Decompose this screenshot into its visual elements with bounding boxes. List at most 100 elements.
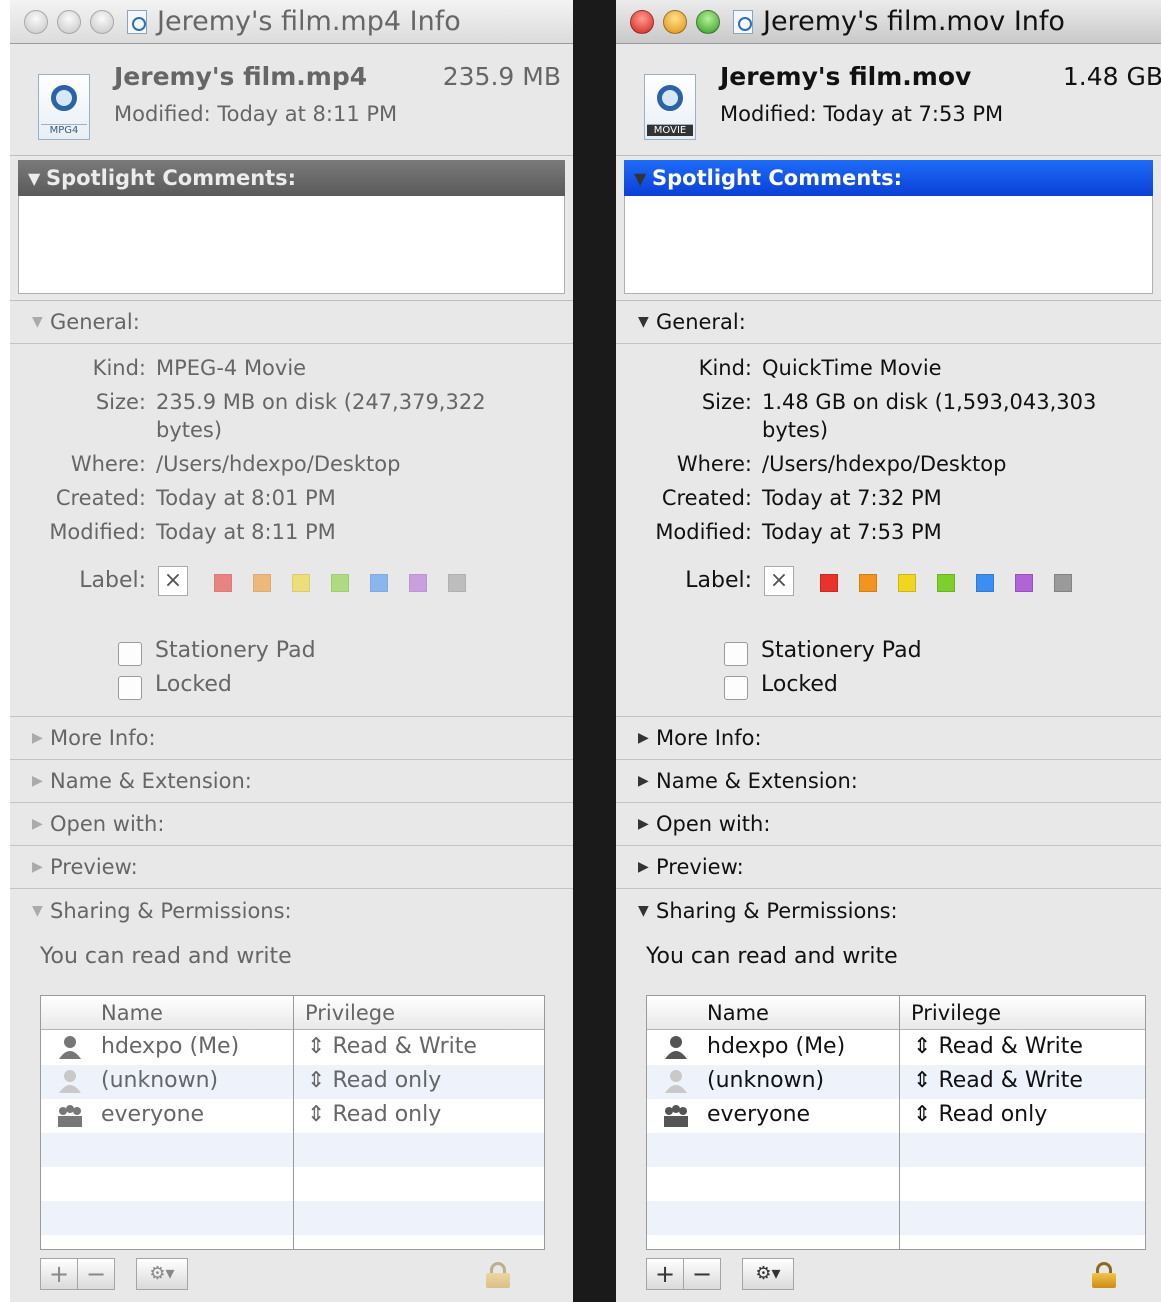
- remove-user-button[interactable]: −: [683, 1258, 721, 1290]
- label-purple-swatch[interactable]: [1015, 574, 1033, 592]
- permissions-table: Name Privilege hdexpo (Me) ⇕ Read & Writ…: [646, 995, 1146, 1250]
- disclosure-open-icon: ▼: [28, 168, 41, 188]
- general-disclosure[interactable]: ▼ General:: [616, 301, 1161, 344]
- created-value: Today at 7:32 PM: [762, 486, 942, 510]
- label-label: Label:: [79, 568, 146, 593]
- lock-icon[interactable]: [486, 1262, 510, 1288]
- more-info-disclosure[interactable]: ▶ More Info:: [616, 717, 1161, 760]
- label-purple-swatch[interactable]: [409, 574, 427, 592]
- open-with-disclosure[interactable]: ▶ Open with:: [616, 803, 1161, 846]
- privilege-popup[interactable]: ⇕ Read only: [913, 1102, 1047, 1127]
- general-disclosure[interactable]: ▼ General:: [10, 301, 573, 344]
- privilege-value: Read only: [332, 1068, 442, 1093]
- general-section: Kind: MPEG-4 Movie Size: 235.9 MB on dis…: [10, 344, 573, 717]
- label-green-swatch[interactable]: [937, 574, 955, 592]
- name-column-header[interactable]: Name: [707, 1001, 769, 1025]
- action-menu-button[interactable]: ⚙▾: [742, 1258, 794, 1290]
- locked-checkbox[interactable]: [118, 676, 142, 700]
- more-info-disclosure[interactable]: ▶ More Info:: [10, 717, 573, 760]
- modified-label: Modified:: [49, 520, 146, 544]
- info-window-mp4: Jeremy's film.mp4 Info MPG4 Jeremy's fil…: [10, 0, 573, 1302]
- spotlight-comments-field[interactable]: [624, 196, 1153, 294]
- privilege-popup[interactable]: ⇕ Read & Write: [913, 1034, 1083, 1059]
- label-orange-swatch[interactable]: [859, 574, 877, 592]
- modified-value: Today at 7:53 PM: [762, 520, 942, 544]
- file-icon: MPG4: [38, 74, 90, 140]
- section-label: General:: [656, 310, 746, 334]
- kind-value: MPEG-4 Movie: [156, 356, 307, 380]
- label-yellow-swatch[interactable]: [898, 574, 916, 592]
- open-with-disclosure[interactable]: ▶ Open with:: [10, 803, 573, 846]
- add-user-button[interactable]: +: [40, 1258, 78, 1290]
- add-user-button[interactable]: +: [646, 1258, 684, 1290]
- disclosure-open-icon: ▼: [634, 168, 647, 188]
- locked-checkbox[interactable]: [724, 676, 748, 700]
- file-header: MOVIE Jeremy's film.mov 1.48 GB Modified…: [616, 44, 1161, 156]
- remove-user-button[interactable]: −: [77, 1258, 115, 1290]
- minimize-button[interactable]: [57, 9, 81, 34]
- label-blue-swatch[interactable]: [370, 574, 388, 592]
- name-column-header[interactable]: Name: [101, 1001, 163, 1025]
- spotlight-disclosure[interactable]: ▼ Spotlight Comments:: [624, 160, 1153, 196]
- minimize-button[interactable]: [663, 9, 687, 34]
- title-bar[interactable]: Jeremy's film.mp4 Info: [10, 0, 573, 44]
- kind-label: Kind:: [92, 356, 146, 380]
- permissions-table: Name Privilege hdexpo (Me) ⇕ Read & Writ…: [40, 995, 545, 1250]
- spotlight-disclosure[interactable]: ▼ Spotlight Comments:: [18, 160, 565, 196]
- label-red-swatch[interactable]: [820, 574, 838, 592]
- table-row[interactable]: everyone ⇕ Read only: [647, 1099, 1145, 1133]
- label-blue-swatch[interactable]: [976, 574, 994, 592]
- label-yellow-swatch[interactable]: [292, 574, 310, 592]
- sharing-disclosure[interactable]: ▼ Sharing & Permissions:: [616, 889, 1161, 932]
- lock-icon[interactable]: [1092, 1262, 1116, 1288]
- label-orange-swatch[interactable]: [253, 574, 271, 592]
- window-title: Jeremy's film.mov Info: [763, 6, 1065, 37]
- file-type-tag: MOVIE: [647, 124, 693, 136]
- stationery-checkbox[interactable]: [724, 642, 748, 666]
- label-none-button[interactable]: ×: [764, 566, 794, 596]
- disclosure-closed-icon: ▶: [32, 730, 43, 746]
- label-green-swatch[interactable]: [331, 574, 349, 592]
- privilege-column-header[interactable]: Privilege: [911, 1001, 1001, 1025]
- user-name: everyone: [101, 1102, 205, 1127]
- label-gray-swatch[interactable]: [1054, 574, 1072, 592]
- privilege-popup[interactable]: ⇕ Read & Write: [913, 1068, 1083, 1093]
- section-label: More Info:: [656, 726, 762, 750]
- privilege-column-header[interactable]: Privilege: [305, 1001, 395, 1025]
- file-type-tag: MPG4: [41, 124, 87, 136]
- everyone-icon: [664, 1105, 688, 1127]
- file-size: 1.48 GB: [1062, 62, 1161, 91]
- spotlight-comments-field[interactable]: [18, 196, 565, 294]
- privilege-popup[interactable]: ⇕ Read only: [307, 1068, 441, 1093]
- disclosure-open-icon: ▼: [638, 902, 649, 919]
- privilege-popup[interactable]: ⇕ Read & Write: [307, 1034, 477, 1059]
- sharing-disclosure[interactable]: ▼ Sharing & Permissions:: [10, 889, 573, 932]
- privilege-value: Read only: [332, 1102, 442, 1127]
- spotlight-section: ▼ Spotlight Comments:: [10, 156, 573, 301]
- zoom-button[interactable]: [90, 9, 114, 34]
- section-label: More Info:: [50, 726, 156, 750]
- label-red-swatch[interactable]: [214, 574, 232, 592]
- title-bar[interactable]: Jeremy's film.mov Info: [616, 0, 1161, 44]
- stationery-checkbox[interactable]: [118, 642, 142, 666]
- label-label: Label:: [685, 568, 752, 593]
- preview-disclosure[interactable]: ▶ Preview:: [10, 846, 573, 889]
- action-menu-button[interactable]: ⚙▾: [136, 1258, 188, 1290]
- table-row[interactable]: hdexpo (Me) ⇕ Read & Write: [647, 1031, 1145, 1065]
- modified-summary: Modified: Today at 8:11 PM: [114, 102, 398, 126]
- label-gray-swatch[interactable]: [448, 574, 466, 592]
- disclosure-closed-icon: ▶: [638, 859, 649, 875]
- privilege-popup[interactable]: ⇕ Read only: [307, 1102, 441, 1127]
- close-button[interactable]: [24, 9, 48, 34]
- section-label: Open with:: [656, 812, 771, 836]
- table-row[interactable]: (unknown) ⇕ Read & Write: [647, 1065, 1145, 1099]
- size-label: Size:: [95, 390, 146, 414]
- close-button[interactable]: [630, 9, 654, 34]
- name-extension-disclosure[interactable]: ▶ Name & Extension:: [10, 760, 573, 803]
- label-none-button[interactable]: ×: [158, 566, 188, 596]
- user-icon: [59, 1036, 81, 1059]
- zoom-button[interactable]: [696, 9, 720, 34]
- preview-disclosure[interactable]: ▶ Preview:: [616, 846, 1161, 889]
- disclosure-open-icon: ▼: [32, 314, 43, 330]
- name-extension-disclosure[interactable]: ▶ Name & Extension:: [616, 760, 1161, 803]
